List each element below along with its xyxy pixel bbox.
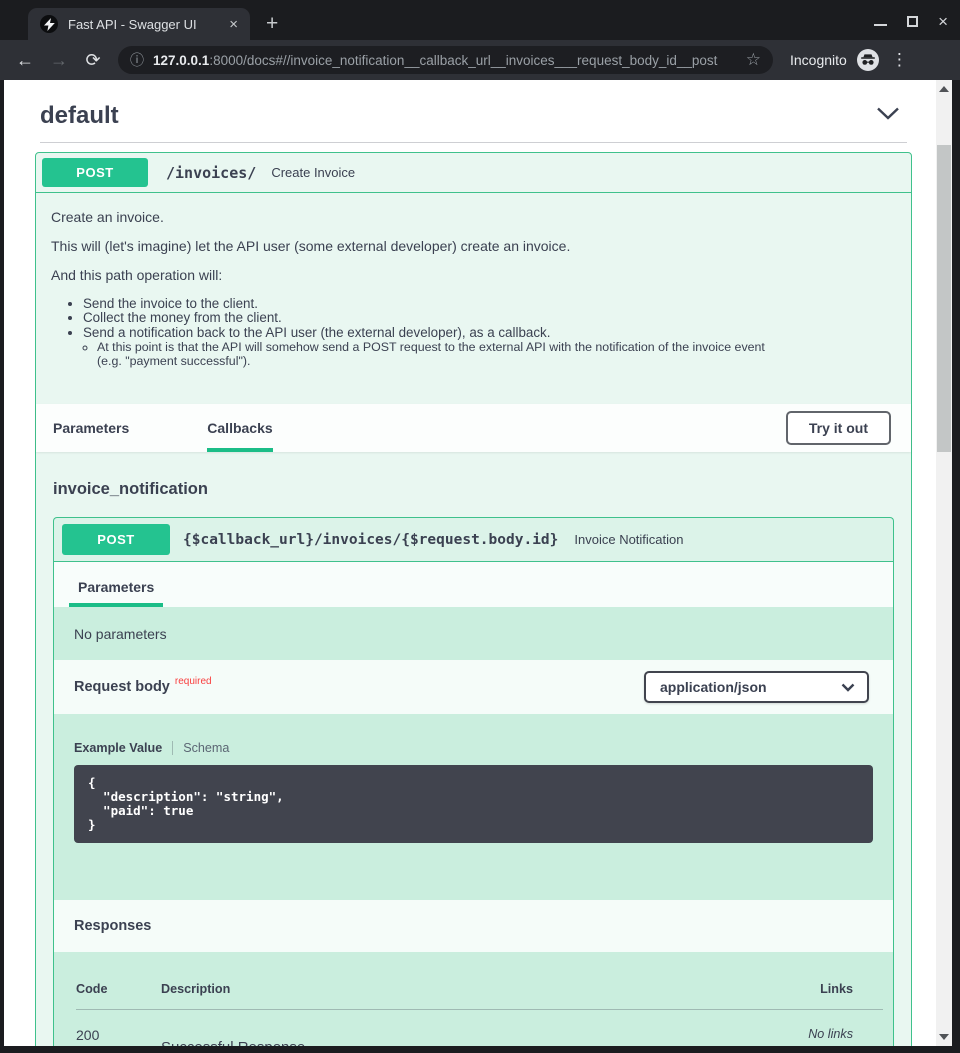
bullet-item: Send the invoice to the client. [83,297,896,311]
tab-close-icon[interactable]: × [229,16,238,33]
window-controls: × [874,11,948,31]
back-icon[interactable]: ← [8,50,42,71]
window-close-icon[interactable]: × [938,13,948,30]
callback-summary: Invoice Notification [574,532,683,547]
column-links: Links [820,982,853,996]
url-host: 127.0.0.1 [153,53,209,68]
section-title: default [40,102,119,130]
callback-opblock: POST {$callback_url}/invoices/{$request.… [53,517,894,1046]
responses-table-header: Code Description Links [64,982,883,996]
opblock-header[interactable]: POST /invoices/ Create Invoice [36,153,911,193]
content-type-value: application/json [660,679,767,695]
reload-icon[interactable]: ⟳ [76,50,110,71]
section-divider [40,142,907,143]
method-badge: POST [42,158,148,187]
description-paragraph: Create an invoice. [51,209,896,225]
callback-method-badge: POST [62,524,170,555]
bookmark-star-icon[interactable]: ☆ [746,50,761,70]
callback-tab-bar: Parameters [54,562,893,607]
required-badge: required [175,676,212,687]
callbacks-section: invoice_notification POST {$callback_url… [36,452,911,1046]
tab-separator [172,741,173,755]
request-body-label: Request body [74,679,170,695]
example-value-tab[interactable]: Example Value [74,741,162,755]
description-sub-bullet-list: At this point is that the API will someh… [51,341,791,368]
window-minimize-icon[interactable] [874,24,887,26]
response-code: 200 [76,1027,161,1046]
tab-parameters[interactable]: Parameters [53,404,129,452]
browser-tab[interactable]: Fast API - Swagger UI × [28,8,250,40]
code-line: } [88,818,859,832]
incognito-icon [857,49,879,71]
tab-callbacks[interactable]: Callbacks [207,404,272,452]
code-line: { [88,776,859,790]
response-links: No links [808,1027,853,1046]
sub-bullet-item: At this point is that the API will someh… [97,341,791,368]
callback-opblock-header[interactable]: POST {$callback_url}/invoices/{$request.… [54,518,893,562]
description-bullet-list: Send the invoice to the client. Collect … [51,297,896,340]
window-maximize-icon[interactable] [907,16,918,27]
chevron-down-icon [841,683,855,692]
new-tab-button[interactable]: + [266,12,278,36]
fastapi-bolt-icon [40,15,58,33]
incognito-label: Incognito [790,52,847,68]
address-bar[interactable]: ⓘ 127.0.0.1:8000/docs#//invoice_notifica… [118,46,773,74]
no-parameters-text: No parameters [54,607,893,660]
operation-description: Create an invoice. This will (let's imag… [36,193,911,404]
example-code-block: { "description": "string", "paid": true … [74,765,873,843]
scroll-down-icon[interactable] [939,1034,949,1040]
description-paragraph: This will (let's imagine) let the API us… [51,238,896,254]
operation-tab-bar: Parameters Callbacks Try it out [36,404,911,452]
request-body-row: Request body required application/json [54,660,893,714]
operation-summary: Create Invoice [271,165,355,180]
scroll-up-icon[interactable] [939,86,949,92]
bullet-item: Send a notification back to the API user… [83,326,896,340]
site-info-icon[interactable]: ⓘ [130,50,144,70]
content-type-select[interactable]: application/json [644,671,869,703]
table-row: 200 Successful Response No links [64,1010,883,1046]
try-it-out-button[interactable]: Try it out [786,411,891,445]
callback-title: invoice_notification [53,480,894,499]
page-scrollbar[interactable] [936,80,952,1046]
operation-path: /invoices/ [166,164,256,182]
tab-title: Fast API - Swagger UI [68,17,221,32]
browser-titlebar: Fast API - Swagger UI × + × [0,0,960,40]
example-section: Example Value Schema { "description": "s… [54,714,893,900]
bullet-item: Collect the money from the client. [83,311,896,325]
scrollbar-thumb[interactable] [937,145,951,452]
column-description: Description [161,982,820,996]
url-path: :8000/docs#//invoice_notification__callb… [209,53,717,68]
response-description: Successful Response [161,1027,808,1046]
code-line: "paid": true [88,804,859,818]
section-collapse-chevron-icon[interactable] [876,107,900,125]
callback-tab-parameters[interactable]: Parameters [69,567,163,607]
column-code: Code [76,982,161,996]
forward-icon[interactable]: → [42,50,76,71]
swagger-page: default POST /invoices/ Create Invoice C… [4,80,936,1046]
url-text: 127.0.0.1:8000/docs#//invoice_notificati… [153,53,738,68]
menu-dots-icon[interactable]: ⋮ [891,50,908,70]
code-line: "description": "string", [88,790,859,804]
schema-tab[interactable]: Schema [183,741,229,755]
responses-header: Responses [54,900,893,952]
opblock-post-invoices: POST /invoices/ Create Invoice Create an… [35,152,912,1046]
browser-toolbar: ← → ⟳ ⓘ 127.0.0.1:8000/docs#//invoice_no… [0,40,960,80]
callback-path: {$callback_url}/invoices/{$request.body.… [183,532,558,548]
responses-table: Code Description Links 200 Successful Re… [54,952,893,1046]
description-paragraph: And this path operation will: [51,267,896,283]
